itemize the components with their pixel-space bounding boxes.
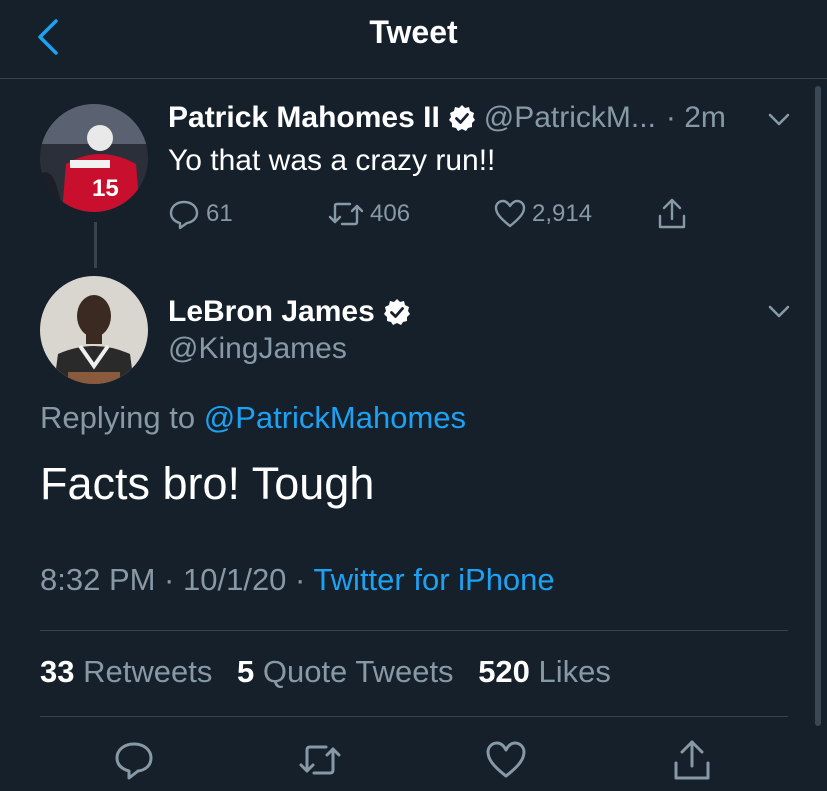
reply-icon (115, 742, 153, 780)
tweet-time: · 2m (665, 101, 726, 134)
heart-icon (486, 741, 526, 778)
divider (40, 630, 788, 631)
main-tweet-text: Facts bro! Tough (40, 458, 375, 509)
avatar-patrick-mahomes[interactable]: 15 (40, 104, 148, 212)
like-count: 2,914 (532, 200, 593, 227)
retweets-label: Retweets (83, 654, 213, 689)
parent-tweet-header: Patrick Mahomes II @PatrickM... · 2m (168, 96, 788, 140)
top-bar: Tweet (0, 0, 827, 79)
share-icon (658, 198, 686, 229)
page-title: Tweet (369, 14, 458, 50)
verified-badge-icon (383, 299, 410, 325)
author-name[interactable]: LeBron James (168, 295, 375, 329)
share-button[interactable] (656, 196, 694, 232)
scrollbar[interactable] (815, 86, 821, 726)
likes-stat[interactable]: 520 Likes (478, 654, 611, 689)
retweets-count: 33 (40, 654, 75, 689)
retweet-icon (299, 745, 341, 775)
reply-count: 61 (206, 200, 233, 227)
divider (40, 716, 788, 717)
tweet-meta: 8:32 PM · 10/1/20 · Twitter for iPhone (40, 562, 555, 598)
retweet-button[interactable]: 406 (328, 196, 410, 232)
quote-tweets-label: Quote Tweets (262, 654, 454, 689)
retweet-count: 406 (370, 200, 411, 227)
replying-to: Replying to @PatrickMahomes (40, 400, 466, 436)
author-name[interactable]: Patrick Mahomes II (168, 101, 440, 135)
avatar-photo-icon: 15 (40, 104, 148, 212)
like-button[interactable] (484, 738, 528, 782)
reply-button[interactable]: 61 (168, 196, 233, 232)
avatar-lebron-james[interactable] (40, 276, 148, 384)
replying-prefix: Replying to (40, 400, 196, 435)
main-tweet-header: LeBron James (168, 290, 419, 334)
verified-badge-icon (448, 105, 475, 131)
chevron-down-icon[interactable] (766, 106, 792, 132)
replying-to-link[interactable]: @PatrickMahomes (204, 400, 466, 435)
share-button[interactable] (670, 738, 714, 782)
tweet-source-link[interactable]: Twitter for iPhone (313, 562, 554, 597)
svg-text:15: 15 (92, 175, 119, 202)
avatar-photo-icon (40, 276, 148, 384)
author-handle[interactable]: @KingJames (168, 332, 347, 366)
thread-connector-line (94, 222, 97, 268)
reply-icon (169, 200, 199, 230)
tweet-timestamp: 8:32 PM · 10/1/20 · (40, 562, 306, 597)
retweet-button[interactable] (298, 738, 342, 782)
retweet-icon (328, 202, 364, 226)
reply-button[interactable] (112, 738, 156, 782)
quote-tweets-stat[interactable]: 5 Quote Tweets (237, 654, 454, 689)
share-icon (674, 740, 710, 780)
chevron-down-icon[interactable] (766, 298, 792, 324)
tweet-stats: 33 Retweets 5 Quote Tweets 520 Likes (40, 654, 611, 690)
quote-tweets-count: 5 (236, 654, 255, 689)
author-handle[interactable]: @PatrickM... (484, 101, 656, 135)
parent-tweet-text: Yo that was a crazy run!! (168, 144, 496, 177)
likes-count: 520 (478, 654, 530, 689)
like-button[interactable]: 2,914 (494, 196, 592, 232)
likes-label: Likes (538, 654, 611, 689)
retweets-stat[interactable]: 33 Retweets (40, 654, 212, 689)
heart-icon (494, 199, 526, 228)
